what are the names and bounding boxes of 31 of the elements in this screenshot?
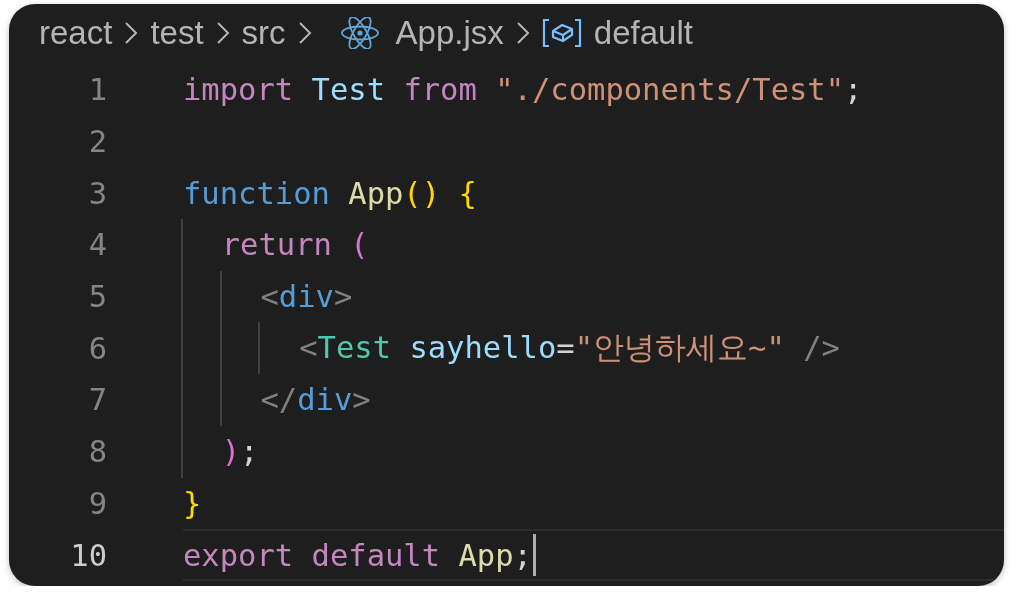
code-line: function App() { bbox=[183, 175, 477, 211]
code-line: <div> bbox=[260, 279, 353, 315]
module-symbol-icon bbox=[541, 17, 582, 49]
code-line: } bbox=[183, 485, 202, 521]
code-line: return ( bbox=[221, 227, 369, 263]
line-number: 7 bbox=[87, 382, 107, 418]
line-number: 9 bbox=[87, 485, 107, 521]
line-number: 2 bbox=[87, 124, 107, 160]
chevron-right-icon bbox=[215, 21, 230, 45]
code-line: <Test sayhello="안녕하세요~" /> bbox=[299, 328, 840, 367]
chevron-right-icon bbox=[297, 21, 312, 45]
code-line: ); bbox=[221, 434, 259, 470]
atom-icon bbox=[339, 17, 380, 49]
line-number: 8 bbox=[87, 434, 107, 470]
code-line: export default App; bbox=[183, 537, 532, 573]
breadcrumb-item[interactable]: src bbox=[241, 14, 286, 52]
code-line: </div> bbox=[260, 382, 371, 418]
breadcrumb-item[interactable]: default bbox=[593, 14, 693, 52]
line-number: 6 bbox=[87, 330, 107, 366]
chevron-right-icon bbox=[515, 21, 530, 45]
text-cursor bbox=[532, 534, 536, 577]
line-number: 4 bbox=[87, 227, 107, 263]
code-line: import Test from "./components/Test"; bbox=[183, 72, 863, 108]
line-number: 10 bbox=[69, 537, 107, 573]
breadcrumb-item[interactable]: react bbox=[39, 14, 113, 52]
breadcrumb-item[interactable]: test bbox=[150, 14, 204, 52]
breadcrumb-item[interactable]: App.jsx bbox=[395, 14, 504, 52]
chevron-right-icon bbox=[124, 21, 139, 45]
line-number: 3 bbox=[87, 175, 107, 211]
line-number: 1 bbox=[87, 72, 107, 108]
line-number: 5 bbox=[87, 279, 107, 315]
